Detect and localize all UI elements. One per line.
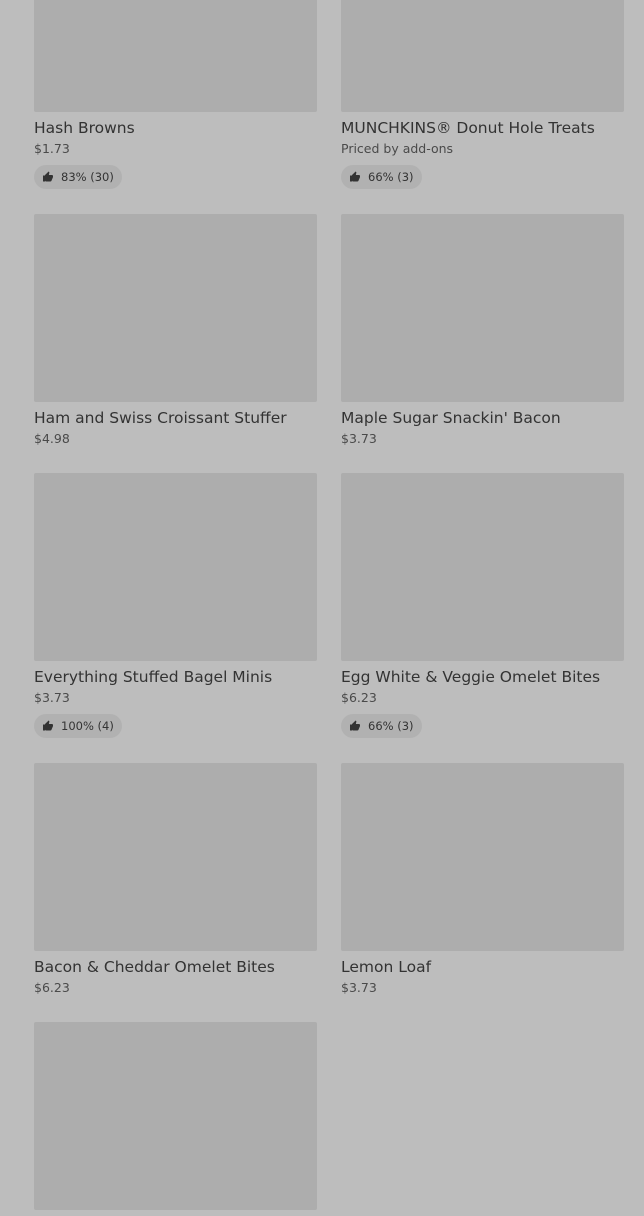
product-card-bacon-cheddar[interactable]: Bacon & Cheddar Omelet Bites $6.23	[34, 763, 317, 1022]
rating-badge: 100% (4)	[34, 714, 122, 738]
thumbs-up-icon	[43, 171, 53, 182]
rating-text: 66% (3)	[368, 719, 414, 733]
product-image[interactable]	[341, 473, 624, 661]
product-card-munchkins[interactable]: MUNCHKINS® Donut Hole Treats Priced by a…	[341, 0, 624, 214]
product-card-ham-swiss[interactable]: Ham and Swiss Croissant Stuffer $4.98	[34, 214, 317, 473]
product-price: $3.73	[34, 690, 70, 705]
thumbs-up-icon	[43, 720, 53, 731]
product-name[interactable]: Hash Browns	[34, 118, 317, 138]
rating-badge: 66% (3)	[341, 714, 422, 738]
rating-text: 66% (3)	[368, 170, 414, 184]
product-name[interactable]: Everything Stuffed Bagel Minis	[34, 667, 317, 687]
product-image[interactable]	[341, 214, 624, 402]
rating-badge: 66% (3)	[341, 165, 422, 189]
product-price: $6.23	[341, 690, 377, 705]
product-card-lemon-loaf[interactable]: Lemon Loaf $3.73	[341, 763, 624, 1022]
rating-text: 83% (30)	[61, 170, 114, 184]
product-grid: Hash Browns $1.73 83% (30) MUNCHKINS® Do…	[34, 0, 624, 1216]
product-name[interactable]: Lemon Loaf	[341, 957, 624, 977]
product-name[interactable]: Ham and Swiss Croissant Stuffer	[34, 408, 317, 428]
product-price: $6.23	[34, 980, 70, 995]
product-image[interactable]	[34, 473, 317, 661]
product-image[interactable]	[34, 1022, 317, 1210]
rating-text: 100% (4)	[61, 719, 114, 733]
product-card-veggie-omelet[interactable]: Egg White & Veggie Omelet Bites $6.23 66…	[341, 473, 624, 763]
product-image[interactable]	[341, 763, 624, 951]
product-card-bagel-minis[interactable]: Everything Stuffed Bagel Minis $3.73 100…	[34, 473, 317, 763]
thumbs-up-icon	[350, 171, 360, 182]
rating-badge: 83% (30)	[34, 165, 122, 189]
product-name[interactable]: MUNCHKINS® Donut Hole Treats	[341, 118, 624, 138]
product-card-maple-bacon[interactable]: Maple Sugar Snackin' Bacon $3.73	[341, 214, 624, 473]
product-image[interactable]	[341, 0, 624, 112]
product-name[interactable]: Bacon & Cheddar Omelet Bites	[34, 957, 317, 977]
product-card-hash-browns[interactable]: Hash Browns $1.73 83% (30)	[34, 0, 317, 214]
product-name[interactable]: Egg White & Veggie Omelet Bites	[341, 667, 624, 687]
product-image[interactable]	[34, 763, 317, 951]
product-image[interactable]	[34, 0, 317, 112]
product-image[interactable]	[34, 214, 317, 402]
product-price: $3.73	[341, 980, 377, 995]
product-price: Priced by add-ons	[341, 141, 454, 156]
product-price: $1.73	[34, 141, 70, 156]
product-card-partial[interactable]	[34, 1022, 317, 1216]
product-price: $4.98	[34, 431, 70, 446]
thumbs-up-icon	[350, 720, 360, 731]
product-price: $3.73	[341, 431, 377, 446]
product-name[interactable]: Maple Sugar Snackin' Bacon	[341, 408, 624, 428]
